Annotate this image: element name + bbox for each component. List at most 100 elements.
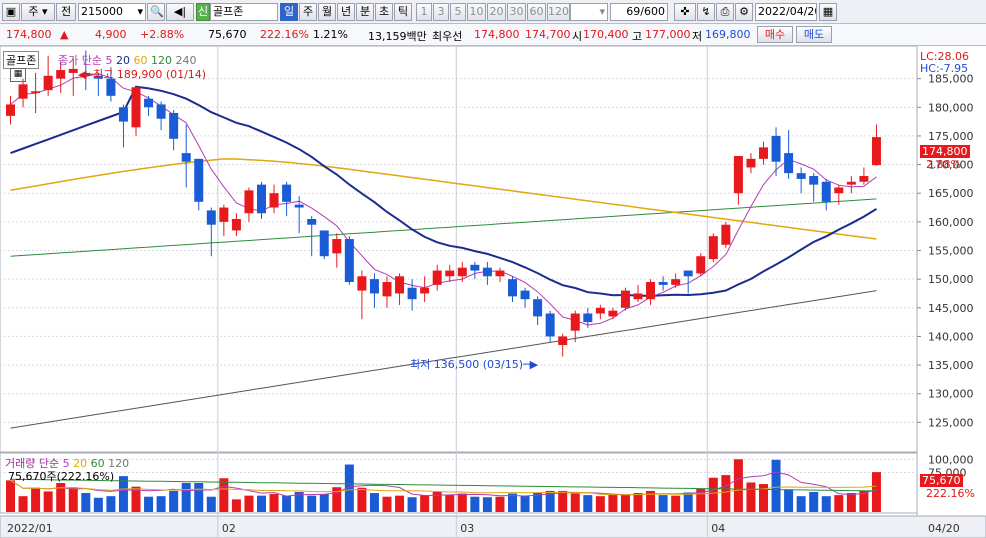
volume-bar [595,496,605,512]
candle-body [470,264,480,271]
period-button-4[interactable]: 분 [356,3,374,21]
nav-prev-button[interactable]: ◀| [166,3,194,21]
candle-body [181,153,191,162]
volume-bar [206,496,216,512]
candle-body [746,158,756,168]
high-annotation-text: 최고 189,900 (01/14) [93,68,207,81]
gear-icon[interactable]: ⚙ [735,3,753,21]
candle-body [382,282,392,297]
volume-bar [420,495,430,512]
minute-button-10[interactable]: 10 [467,3,486,21]
candle-body [759,147,768,159]
candle-body [457,267,467,277]
print-icon[interactable]: ⎙ [716,3,734,21]
sell-button[interactable]: 매도 [796,26,832,43]
right-arrow-icon: ─▶ [523,358,539,371]
date-field[interactable]: 2022/04/20 [755,3,817,21]
candle-body [733,155,743,194]
candle-body [319,230,329,257]
minute-button-1[interactable]: 1 [416,3,432,21]
x-axis-bar [0,515,986,538]
trade-amount: 13,159백만 [368,30,427,43]
volume-bar [733,459,743,512]
volume-bar [407,497,417,512]
volume-ratio: 222.16% [260,28,309,41]
volume-bar [369,493,379,512]
candle-body [257,184,266,214]
volume-bar [244,495,254,512]
volume-bar [169,490,179,512]
volume-bar [508,493,517,512]
volume-bar [81,493,91,512]
minute-button-60[interactable]: 60 [527,3,546,21]
volume-value-label: 75,670주(222.16%) [8,470,115,483]
volume-bar [382,496,392,512]
volume-bar [93,497,103,512]
candle-body [282,184,292,202]
period-button-1[interactable]: 주 [299,3,317,21]
candle-body [420,287,430,294]
period-button-6[interactable]: 틱 [394,3,412,21]
jeon-button[interactable]: 전 [56,3,76,21]
code-input[interactable]: 215000 ▾ [78,3,146,21]
volume-bar [784,489,794,512]
candle-body [344,239,354,283]
checkbox-icon[interactable]: ▣ [2,3,20,21]
y-tick-label: 150,000 [928,273,974,286]
candle-body [18,84,28,99]
volume-bar [608,494,618,512]
calendar-icon[interactable]: ▦ [819,3,837,21]
candle-body [809,176,819,185]
candle-body [595,307,605,314]
volume-bar [282,495,292,512]
chart-tool-icon[interactable]: ✜ [674,3,696,21]
priority-label: 최우선 [432,30,463,43]
market-select[interactable]: 주 ▾ [21,3,55,21]
code-value: 215000 [81,5,123,18]
grid-toggle-icon[interactable]: ▦ [10,68,26,82]
current-pct-tag: 2.88% [926,158,961,171]
buy-button[interactable]: 매수 [757,26,793,43]
count-field[interactable]: 69/600 [610,3,668,21]
candle-body [846,181,856,185]
candle-body [169,113,179,139]
candle-body [31,91,41,93]
candle-body [395,276,405,294]
candle-body [821,181,831,202]
draw-icon[interactable]: ↯ [697,3,715,21]
y-tick-label: 125,000 [928,416,974,429]
period-button-5[interactable]: 초 [375,3,393,21]
minute-button-30[interactable]: 30 [507,3,526,21]
y-tick-label: 135,000 [928,359,974,372]
volume-pct-tag: 222.16% [926,487,975,500]
candle-body [294,204,304,208]
low-price: 169,800 [705,28,751,41]
x-tick-label: 2022/01 [7,522,53,535]
interval-select[interactable]: ▾ [570,3,608,21]
y-tick-label: 145,000 [928,302,974,315]
period-button-2[interactable]: 월 [318,3,336,21]
volume-bar [871,472,881,512]
candle-body [6,104,15,116]
minute-button-20[interactable]: 20 [487,3,506,21]
y-tick-label: 165,000 [928,187,974,200]
up-arrow-icon: ▲ [60,28,69,41]
period-button-3[interactable]: 년 [337,3,355,21]
minute-button-120[interactable]: 120 [547,3,570,21]
stock-name-field[interactable]: 골프존 [210,3,278,21]
candle-body [219,207,229,222]
high-price: 177,000 [645,28,691,41]
volume-bar [721,475,731,512]
search-icon[interactable]: 🔍 [147,3,165,21]
candle-body [696,256,706,274]
price-chart[interactable]: 185,000180,000175,000170,000165,000160,0… [0,46,986,538]
candle-body [871,137,881,166]
period-button-0[interactable]: 일 [280,3,298,21]
candle-body [834,187,844,194]
y-tick-label: 175,000 [928,130,974,143]
minute-button-3[interactable]: 3 [433,3,449,21]
hc-label: HC:-7.95 [920,62,969,75]
candle-body [683,270,693,277]
minute-button-5[interactable]: 5 [450,3,466,21]
candle-body [432,270,442,285]
